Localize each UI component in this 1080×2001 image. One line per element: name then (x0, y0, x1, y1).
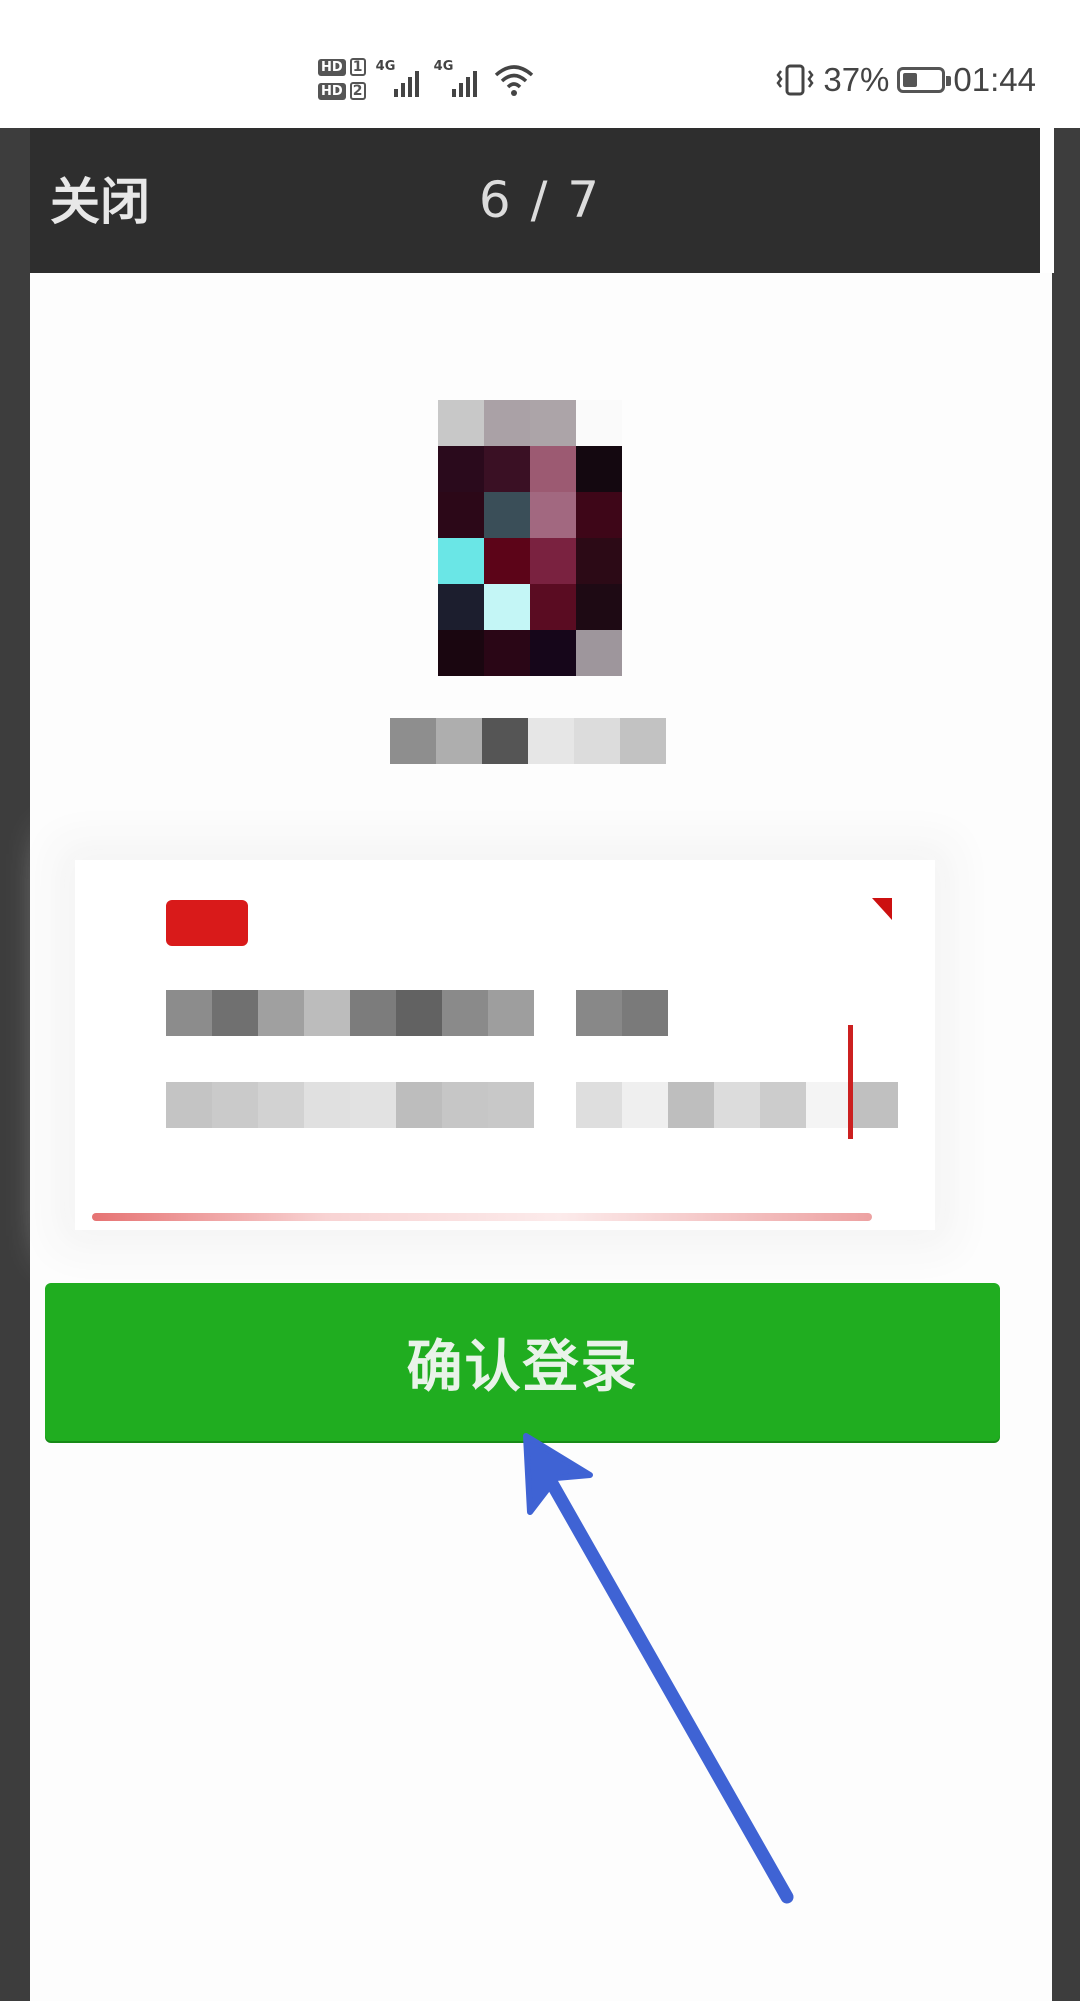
battery-icon (897, 67, 952, 93)
sim-number-2: 2 (349, 82, 366, 100)
vibrate-icon (776, 64, 814, 96)
battery-percent: 37% (823, 61, 890, 98)
hd-badge-2: HD (318, 82, 346, 100)
wifi-icon (494, 65, 533, 96)
sim-number-1: 1 (349, 58, 366, 76)
viewer-header: 关闭 6 / 7 (30, 128, 1040, 273)
network-type-2: 4G (433, 59, 454, 74)
status-time: 01:44 (953, 61, 1036, 98)
screenshot-frame-left (0, 128, 30, 2001)
red-indicator (166, 900, 248, 946)
page-indicator: 6 / 7 (478, 171, 602, 229)
status-bar: HD 1 HD 2 4G 4G 37% 01:44 (0, 0, 1080, 128)
network-type-1: 4G (375, 59, 396, 74)
status-right-icons: 37% 01:44 (775, 55, 1036, 105)
red-underline (92, 1213, 872, 1221)
confirm-login-button[interactable]: 确认登录 (45, 1283, 1000, 1441)
hd-icon: HD 1 HD 2 (318, 58, 366, 100)
red-corner-mark (872, 898, 892, 920)
hd-badge-1: HD (318, 58, 346, 76)
screenshot-frame-right (1052, 128, 1080, 2001)
header-gap (1040, 128, 1054, 273)
signal-icon: 4G (376, 59, 424, 99)
status-left-icons: HD 1 HD 2 4G 4G (318, 50, 536, 108)
red-divider (848, 1025, 853, 1139)
signal-icon: 4G (434, 59, 482, 99)
